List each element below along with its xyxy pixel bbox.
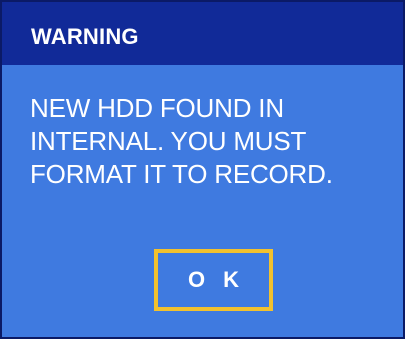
warning-message: NEW HDD FOUND IN INTERNAL. YOU MUST FORM… [30, 93, 333, 189]
warning-dialog: WARNING NEW HDD FOUND IN INTERNAL. YOU M… [0, 0, 405, 339]
dialog-title-bar: WARNING [2, 2, 403, 65]
dialog-title: WARNING [31, 24, 139, 49]
ok-button[interactable]: O K [154, 249, 273, 311]
ok-button-label: O K [187, 267, 246, 292]
